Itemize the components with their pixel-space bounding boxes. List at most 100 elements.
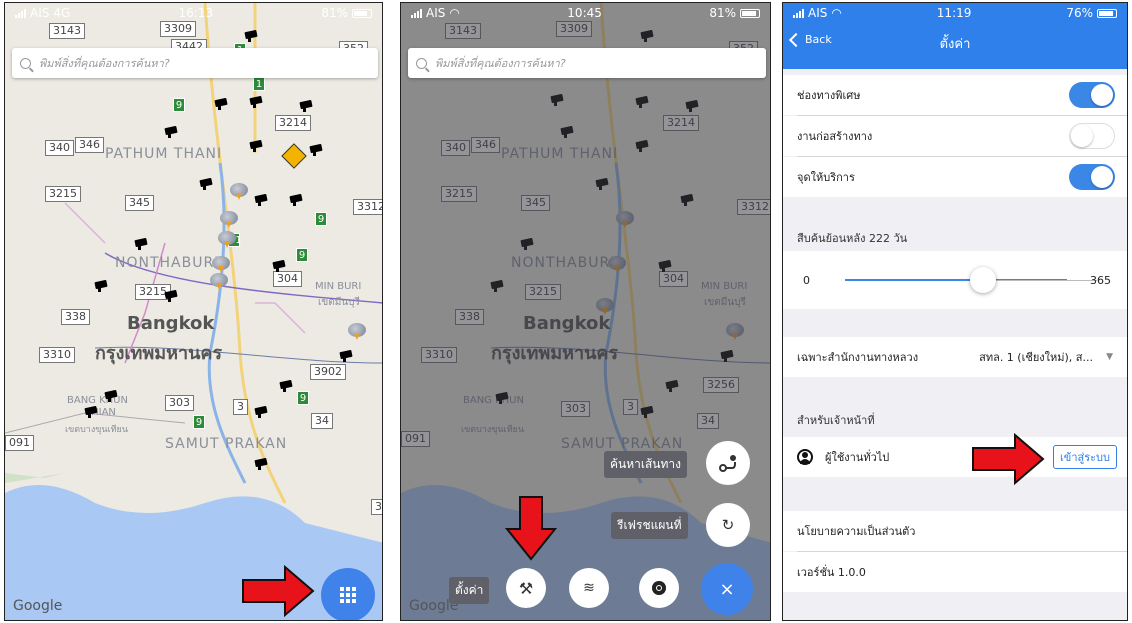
route-shield: 304 (273, 271, 302, 287)
cctv-camera-icon[interactable] (105, 391, 121, 402)
signal-icon (15, 8, 26, 18)
google-logo: Google (13, 598, 63, 614)
cctv-camera-icon[interactable] (200, 179, 216, 190)
refresh-map-button[interactable]: ↻ (706, 503, 750, 547)
wifi-icon: ◠ (449, 6, 460, 20)
cctv-camera-icon[interactable] (273, 261, 289, 272)
cctv-camera-icon[interactable] (165, 291, 181, 302)
storm-icon[interactable] (210, 273, 228, 290)
battery-text: 76% (1066, 6, 1093, 20)
clock-text: 11:19 (936, 6, 972, 20)
settings-label[interactable]: ตั้งค่า (449, 577, 490, 604)
search-bar[interactable]: พิมพ์สิ่งที่คุณต้องการค้นหา? (408, 48, 766, 78)
menu-open-phone: PATHUM THANI NONTHABURI Bangkok กรุงเทพม… (400, 2, 771, 621)
nav-bar: AIS ◠ 11:19 76% Back ตั้งค่า (783, 3, 1127, 69)
route-shield: 338 (61, 309, 90, 325)
privacy-row[interactable]: นโยบายความเป็นส่วนตัว (783, 511, 1127, 551)
search-icon (20, 57, 31, 69)
route-shield: 3309 (160, 21, 196, 37)
cctv-camera-icon[interactable] (255, 407, 271, 418)
map-screen-phone: PATHUM THANI NONTHABURI Bangkok กรุงเทพม… (4, 2, 383, 621)
route-icon (719, 455, 736, 472)
find-route-label[interactable]: ค้นหาเส้นทาง (604, 451, 688, 478)
cctv-camera-icon[interactable] (310, 145, 326, 156)
storm-icon[interactable] (212, 256, 230, 273)
privacy-label: นโยบายความเป็นส่วนตัว (797, 525, 916, 538)
wifi-icon: ◠ (831, 6, 842, 20)
storm-icon[interactable] (218, 231, 236, 248)
refresh-map-label[interactable]: รีเฟรชแผนที่ (611, 512, 688, 539)
map-view[interactable]: PATHUM THANI NONTHABURI Bangkok กรุงเทพม… (5, 3, 382, 620)
route-shield: 303 (165, 395, 194, 411)
slider-thumb[interactable] (970, 267, 996, 293)
cctv-camera-icon[interactable] (135, 239, 151, 250)
search-bar[interactable]: พิมพ์สิ่งที่คุณต้องการค้นหา? (12, 48, 378, 78)
green-route-shield: 1 (253, 77, 265, 91)
cctv-camera-icon[interactable] (255, 459, 271, 470)
cctv-camera-icon[interactable] (250, 141, 266, 152)
settings-button[interactable]: ⚒ (506, 568, 546, 608)
find-route-button[interactable] (706, 441, 750, 485)
cctv-camera-icon[interactable] (255, 195, 271, 206)
toggle-label: จุดให้บริการ (797, 171, 855, 184)
settings-phone: AIS ◠ 11:19 76% Back ตั้งค่า ช่องทางพิเศษ… (782, 2, 1128, 621)
cctv-camera-icon[interactable] (300, 101, 316, 112)
toggle-row-service: จุดให้บริการ (783, 157, 1127, 197)
route-shield: 091 (5, 435, 34, 451)
composite-screenshot: PATHUM THANI NONTHABURI Bangkok กรุงเทพม… (0, 0, 1132, 623)
battery-text: 81% (321, 6, 348, 20)
cctv-camera-icon[interactable] (215, 99, 231, 110)
page-title: ตั้งค่า (939, 37, 971, 52)
close-icon: × (719, 578, 735, 600)
cctv-camera-icon[interactable] (95, 281, 111, 292)
staff-header: สำหรับเจ้าหน้าที่ (797, 414, 875, 427)
cctv-camera-icon[interactable] (165, 127, 181, 138)
carrier-text: AIS (426, 6, 446, 20)
storm-icon[interactable] (348, 323, 366, 340)
green-route-shield: 9 (296, 248, 308, 262)
cctv-camera-icon[interactable] (250, 97, 266, 108)
cctv-camera-icon[interactable] (290, 195, 306, 206)
slider-min-label: 0 (803, 273, 810, 287)
office-select-row[interactable]: เฉพาะสำนักงานทางหลวง สทล. 1 (เชียงใหม่),… (783, 337, 1127, 377)
office-label: เฉพาะสำนักงานทางหลวง (797, 351, 919, 364)
cctv-camera-icon[interactable] (245, 31, 261, 42)
record-button[interactable] (639, 568, 679, 608)
clock-text: 10:45 (567, 6, 602, 20)
search-placeholder: พิมพ์สิ่งที่คุณต้องการค้นหา? (39, 57, 170, 70)
battery-icon (740, 8, 760, 18)
route-shield: 3214 (275, 115, 311, 131)
map-label-pathum: PATHUM THANI (105, 146, 223, 162)
cctv-camera-icon[interactable] (340, 351, 356, 362)
map-label-samut: SAMUT PRAKAN (165, 436, 288, 452)
red-arrow-icon (972, 433, 1045, 485)
login-button[interactable]: เข้าสู่ระบบ (1053, 445, 1117, 469)
green-route-shield: 9 (173, 98, 185, 112)
cctv-camera-icon[interactable] (85, 407, 101, 418)
layers-icon: ≋ (583, 580, 595, 596)
tools-icon: ⚒ (518, 578, 534, 598)
construction-toggle[interactable] (1069, 123, 1115, 149)
cctv-camera-icon[interactable] (280, 381, 296, 392)
layers-button[interactable]: ≋ (569, 568, 609, 608)
route-shield: 3 (233, 399, 248, 415)
storm-icon[interactable] (220, 211, 238, 228)
close-menu-button[interactable]: × (701, 563, 753, 615)
user-icon (797, 449, 813, 465)
history-header: สืบค้นย้อนหลัง 222 วัน (797, 232, 908, 245)
menu-grid-button[interactable] (321, 568, 375, 620)
expressway-toggle[interactable] (1069, 82, 1115, 108)
clock-text: 16:13 (178, 6, 214, 20)
map-label-bangkok: Bangkok (127, 313, 215, 334)
service-point-toggle[interactable] (1069, 164, 1115, 190)
route-shield: 3215 (45, 186, 81, 202)
version-row: เวอร์ชั่น 1.0.0 (783, 552, 1127, 592)
route-shield: 345 (125, 195, 154, 211)
storm-icon[interactable] (230, 183, 248, 200)
battery-icon (1097, 8, 1117, 18)
signal-icon (793, 8, 804, 18)
green-route-shield: 9 (297, 391, 309, 405)
slider-max-label: 365 (1090, 273, 1111, 287)
toggle-row-expressway: ช่องทางพิเศษ (783, 75, 1127, 115)
office-value: สทล. 1 (เชียงใหม่), ส... (979, 351, 1093, 364)
